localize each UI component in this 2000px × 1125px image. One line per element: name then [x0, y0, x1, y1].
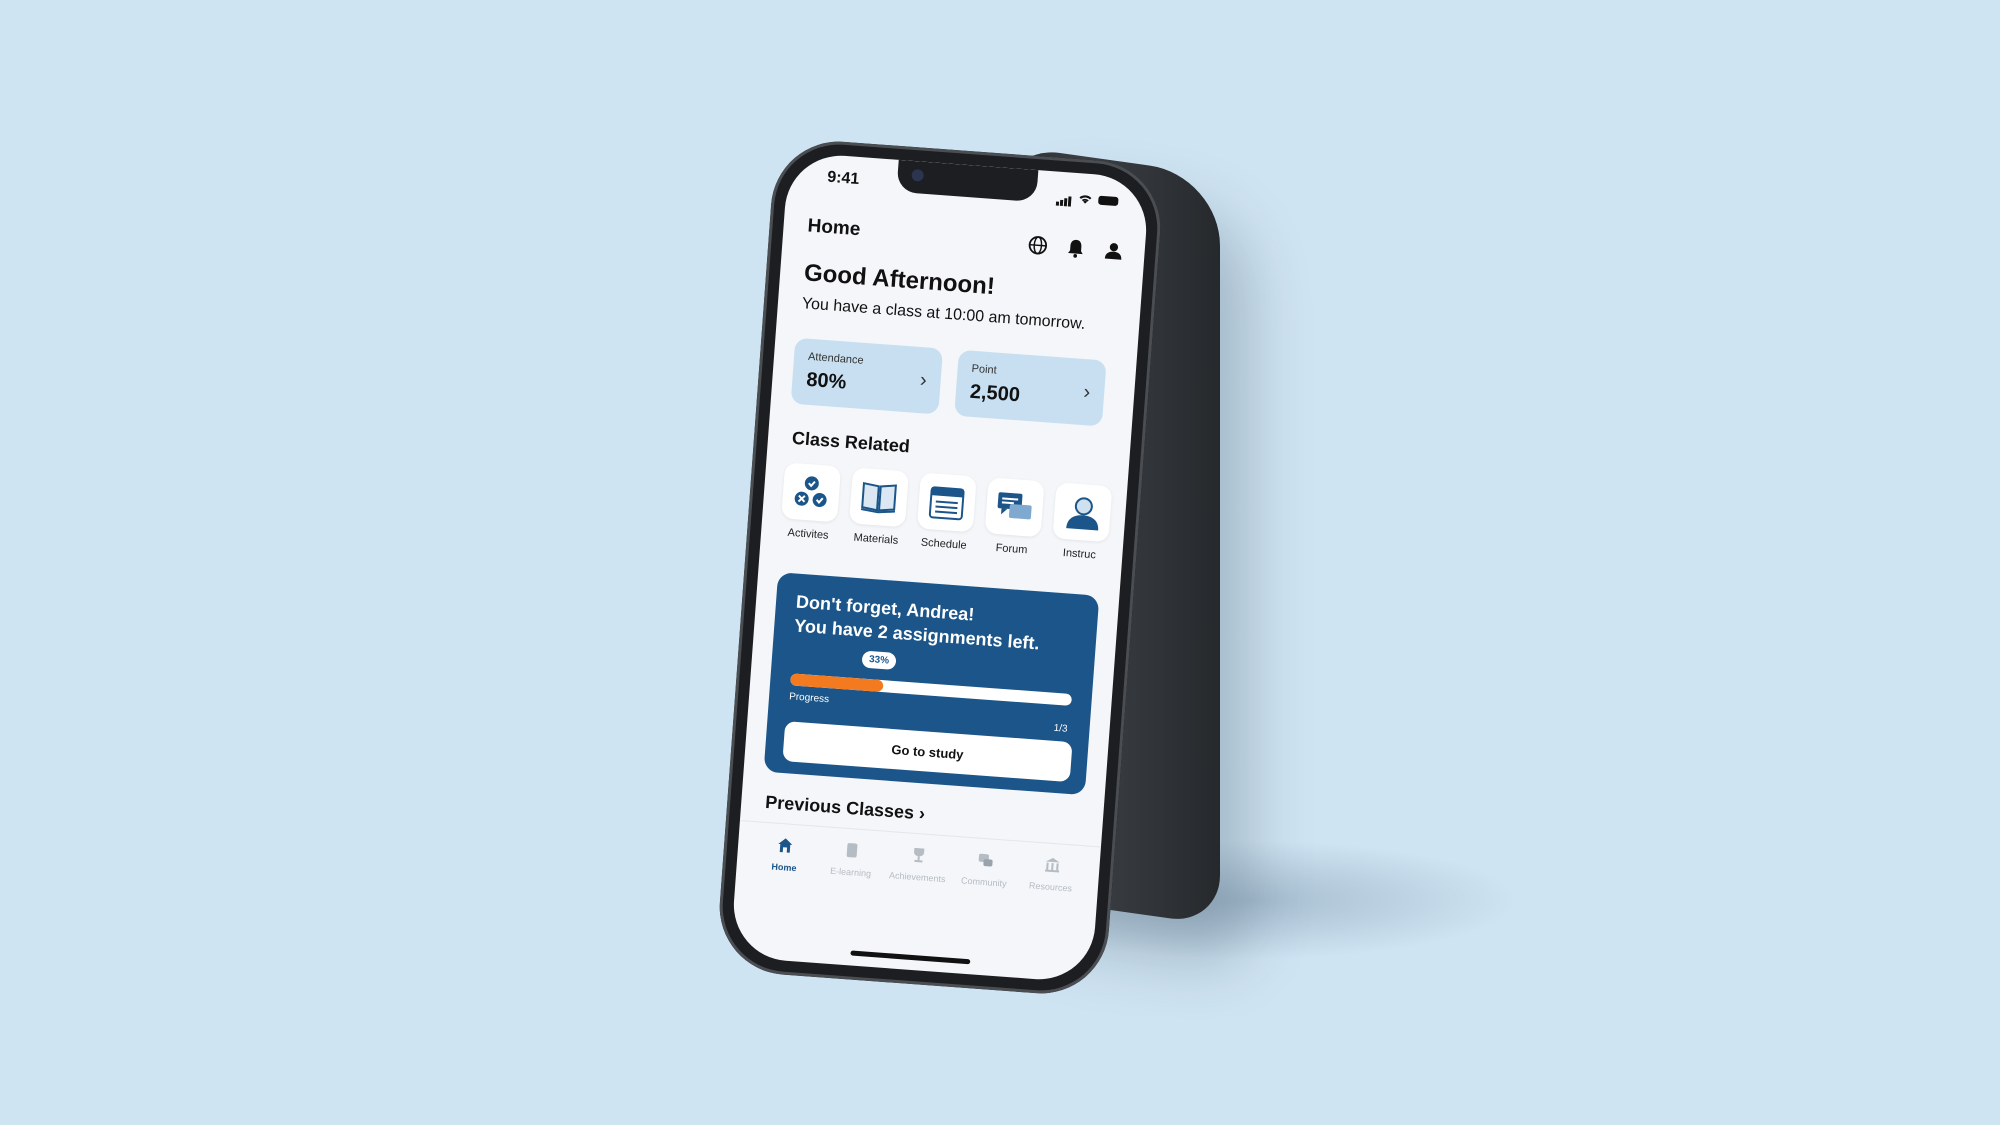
- bottom-tab-bar: Home E-learning Achievements Community R…: [734, 820, 1101, 927]
- category-label: Forum: [995, 542, 1028, 557]
- activities-icon: [794, 476, 827, 508]
- page-title: Home: [806, 215, 862, 241]
- class-related-list: Activites Materials Schedule Forum Instr…: [775, 462, 1150, 592]
- attendance-card[interactable]: Attendance 80% ›: [790, 337, 944, 415]
- phone-screen: 9:41 Home Good Afternoon! You have a cla…: [729, 151, 1151, 984]
- tab-label: E-learning: [829, 865, 872, 879]
- bell-icon[interactable]: [1064, 236, 1088, 260]
- book-icon: [860, 481, 897, 514]
- points-card[interactable]: Point 2,500 ›: [954, 349, 1107, 427]
- trophy-icon: [914, 847, 925, 863]
- tab-achievements[interactable]: Achievements: [885, 844, 950, 915]
- calendar-icon: [928, 486, 965, 521]
- home-icon: [778, 838, 793, 853]
- points-value: 2,500: [969, 380, 1021, 407]
- progress-percent-badge: 33%: [861, 650, 897, 671]
- profile-icon[interactable]: [1102, 239, 1126, 263]
- category-forum[interactable]: Forum: [980, 477, 1047, 557]
- tab-label: Resources: [1028, 880, 1073, 894]
- chat-icon: [997, 492, 1032, 520]
- attendance-value: 80%: [805, 368, 848, 394]
- signal-icon: [1055, 188, 1073, 207]
- chevron-right-icon: ›: [919, 369, 928, 392]
- chevron-right-icon: ›: [1082, 381, 1092, 404]
- progress-label: Progress: [788, 691, 830, 706]
- battery-icon: [1098, 195, 1119, 206]
- class-related-title: Class Related: [791, 427, 911, 457]
- home-indicator: [850, 950, 971, 965]
- tab-label: Achievements: [888, 870, 946, 885]
- tab-resources[interactable]: Resources: [1018, 854, 1083, 925]
- instructor-icon: [1066, 497, 1099, 531]
- category-label: Instruc: [1062, 546, 1097, 562]
- category-schedule[interactable]: Schedule: [912, 472, 979, 552]
- app-header: Home: [806, 215, 1125, 268]
- phone: 9:41 Home Good Afternoon! You have a cla…: [714, 136, 1166, 999]
- wifi-icon: [1079, 194, 1092, 204]
- chevron-right-icon: ›: [918, 803, 926, 824]
- community-icon: [978, 853, 993, 867]
- library-icon: [1044, 858, 1060, 873]
- status-time: 9:41: [826, 168, 860, 189]
- previous-classes-title: Previous Classes: [764, 791, 915, 823]
- category-instructor[interactable]: Instruc: [1048, 482, 1115, 562]
- progress-count: 1/3: [1053, 722, 1068, 735]
- attendance-label: Attendance: [807, 350, 865, 367]
- category-materials[interactable]: Materials: [845, 467, 912, 547]
- progress-track: [789, 673, 1073, 706]
- tab-community[interactable]: Community: [951, 849, 1016, 920]
- greeting-title: Good Afternoon!: [803, 259, 996, 301]
- points-label: Point: [971, 362, 998, 377]
- globe-icon[interactable]: [1026, 234, 1050, 258]
- tab-label: Community: [960, 875, 1007, 889]
- tab-label: Home: [771, 861, 797, 874]
- tab-e-learning[interactable]: E-learning: [818, 839, 883, 910]
- category-label: Schedule: [920, 536, 968, 552]
- category-label: Activites: [787, 526, 829, 542]
- category-label: Materials: [853, 531, 899, 547]
- progress-fill: [789, 673, 884, 693]
- previous-classes-link[interactable]: Previous Classes ›: [765, 792, 926, 825]
- greeting-subtitle: You have a class at 10:00 am tomorrow.: [801, 295, 1086, 333]
- assignment-reminder-card: Don't forget, Andrea! You have 2 assignm…: [763, 572, 1100, 796]
- go-to-study-button[interactable]: Go to study: [782, 721, 1073, 783]
- tablet-icon: [846, 843, 858, 858]
- tab-home[interactable]: Home: [751, 834, 816, 905]
- category-activities[interactable]: Activites: [777, 462, 844, 542]
